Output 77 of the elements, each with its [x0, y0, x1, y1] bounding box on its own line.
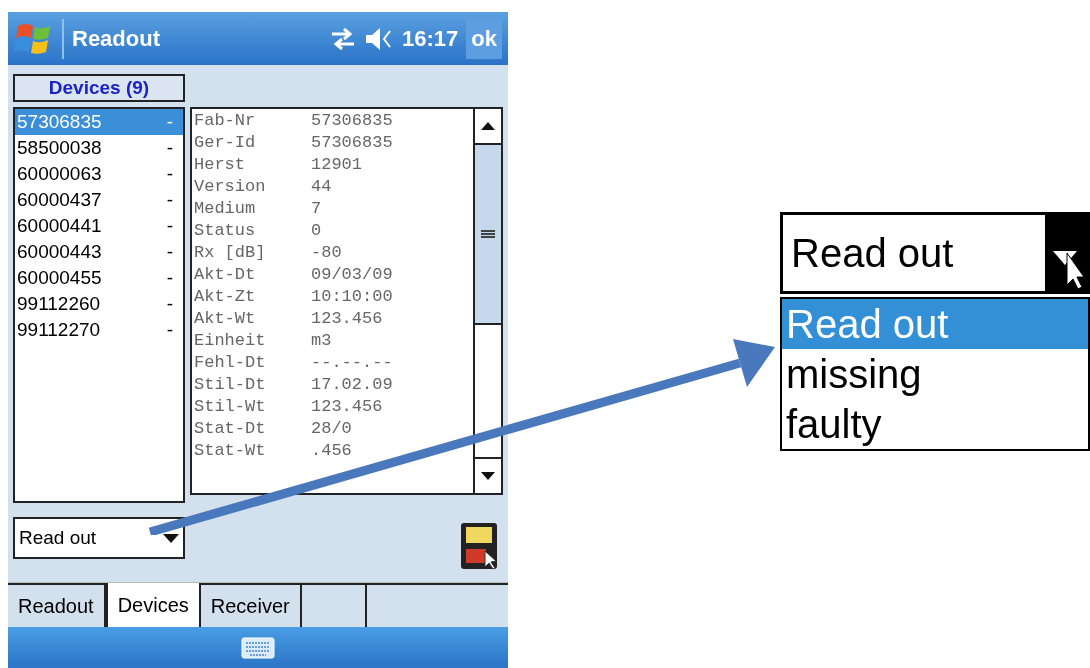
device-id: 60000441 — [17, 213, 102, 238]
detail-label: Akt-Zt — [194, 286, 257, 309]
grip-icon — [481, 230, 495, 238]
device-row[interactable]: 60000443 - — [15, 239, 183, 265]
device-status: - — [166, 161, 173, 186]
device-row[interactable]: 58500038 - — [15, 135, 183, 161]
detail-label: Version — [194, 176, 267, 199]
clock-time: 16:17 — [402, 25, 459, 53]
tab[interactable]: Receiver — [200, 583, 302, 627]
detail-label: Medium — [194, 198, 257, 221]
detail-value: 123.456 — [311, 396, 383, 419]
scroll-down-icon[interactable] — [481, 472, 495, 480]
device-status: - — [166, 317, 173, 342]
device-id: 58500038 — [17, 135, 102, 160]
scrollbar[interactable] — [473, 109, 501, 493]
detail-value: 7 — [311, 198, 322, 221]
detail-label: Fehl-Dt — [194, 352, 267, 375]
device-row[interactable]: 99112260 - — [15, 291, 183, 317]
detail-label: Stil-Wt — [194, 396, 267, 419]
device-status: - — [166, 291, 173, 316]
tab[interactable]: Devices — [105, 583, 201, 627]
device-row[interactable]: 60000437 - — [15, 187, 183, 213]
detail-label: Einheit — [194, 330, 267, 353]
detail-label: Akt-Dt — [194, 264, 257, 287]
detail-value: 10:10:00 — [311, 286, 393, 309]
devices-header: Devices (9) — [13, 74, 185, 102]
detail-value: 123.456 — [311, 308, 383, 331]
detail-label: Stat-Dt — [194, 418, 267, 441]
device-id: 60000063 — [17, 161, 102, 186]
detail-value: 12901 — [311, 154, 362, 177]
detail-value: 0 — [311, 220, 322, 243]
device-id: 60000437 — [17, 187, 102, 212]
detail-value: 57306835 — [311, 132, 393, 155]
detail-value: 44 — [311, 176, 332, 199]
connectivity-icon[interactable] — [330, 26, 357, 51]
device-status: - — [166, 265, 173, 290]
detail-value: 17.02.09 — [311, 374, 393, 397]
detail-label: Ger-Id — [194, 132, 257, 155]
device-status: - — [166, 135, 173, 160]
detail-value: 09/03/09 — [311, 264, 393, 287]
dropdown-value[interactable]: Read out — [783, 215, 1045, 291]
dropdown-option[interactable]: missing — [782, 349, 1088, 399]
detail-value: .456 — [311, 440, 352, 463]
device-id: 60000443 — [17, 239, 102, 264]
device-row[interactable]: 60000455 - — [15, 265, 183, 291]
detail-value: -80 — [311, 242, 342, 265]
scroll-up-icon[interactable] — [481, 122, 495, 130]
detail-label: Status — [194, 220, 257, 243]
device-id: 99112270 — [17, 317, 101, 342]
detail-value: --.--.-- — [311, 352, 393, 375]
keyboard-icon[interactable] — [241, 636, 275, 659]
device-row[interactable]: 60000063 - — [15, 161, 183, 187]
device-status: - — [166, 239, 173, 264]
detail-value: m3 — [311, 330, 332, 353]
status-dropdown[interactable]: Read out — [13, 517, 185, 559]
detail-value: 28/0 — [311, 418, 352, 441]
window-title: Readout — [72, 25, 161, 53]
detail-label: Rx [dB] — [194, 242, 267, 265]
device-row[interactable]: 99112270 - — [15, 317, 183, 343]
device-row[interactable]: 60000441 - — [15, 213, 183, 239]
device-status: - — [166, 213, 173, 238]
detail-label: Herst — [194, 154, 246, 177]
detail-label: Akt-Wt — [194, 308, 257, 331]
device-id: 60000455 — [17, 265, 102, 290]
detail-label: Fab-Nr — [194, 110, 257, 133]
detail-value: 57306835 — [311, 110, 393, 133]
tab[interactable]: Readout — [8, 583, 106, 627]
device-status: - — [166, 187, 173, 212]
detail-label: Stat-Wt — [194, 440, 267, 463]
detail-label: Stil-Dt — [194, 374, 267, 397]
save-icon[interactable] — [459, 521, 499, 571]
dropdown-arrow-icon — [163, 533, 179, 543]
scroll-thumb[interactable] — [475, 145, 501, 325]
device-id: 57306835 — [17, 109, 102, 134]
device-status: - — [166, 109, 173, 134]
device-id: 99112260 — [17, 291, 101, 316]
dropdown-option[interactable]: faulty — [782, 399, 1088, 449]
